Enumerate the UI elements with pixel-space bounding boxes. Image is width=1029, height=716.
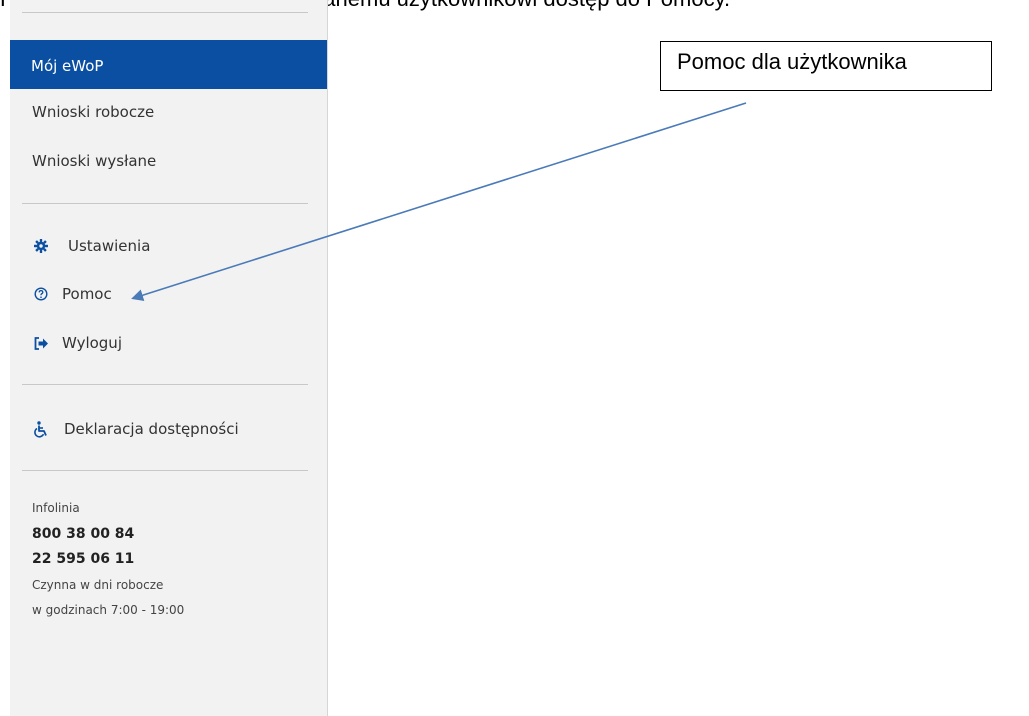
hotline-hours-time: w godzinach 7:00 - 19:00 [32, 603, 185, 617]
sidebar-item-label: Wnioski wysłane [32, 152, 157, 170]
hotline-phone-1[interactable]: 800 38 00 84 [32, 526, 134, 542]
sidebar-divider [22, 470, 308, 471]
sidebar-item-label: Pomoc [62, 285, 112, 303]
logout-icon [32, 334, 50, 352]
sidebar-item-label: Mój eWoP [31, 57, 104, 75]
callout-text: Pomoc dla użytkownika [677, 49, 907, 74]
sidebar-item-pomoc[interactable]: Pomoc [32, 285, 112, 303]
gear-icon [32, 237, 50, 255]
hotline-hours-days: Czynna w dni robocze [32, 578, 164, 592]
sidebar-divider [22, 384, 308, 385]
sidebar-item-wnioski-robocze[interactable]: Wnioski robocze [32, 103, 154, 121]
wheelchair-icon [32, 420, 50, 438]
help-circle-icon [32, 285, 50, 303]
sidebar-item-moj-ewop[interactable]: Mój eWoP [10, 40, 327, 89]
sidebar-item-ustawienia[interactable]: Ustawienia [32, 237, 150, 255]
sidebar-item-deklaracja-dostepnosci[interactable]: Deklaracja dostępności [32, 420, 239, 438]
sidebar-item-label: Ustawienia [68, 237, 151, 255]
sidebar-item-label: Wyloguj [62, 334, 122, 352]
sidebar-item-label: Wnioski robocze [32, 103, 155, 121]
hotline-title: Infolinia [32, 501, 80, 515]
sidebar-item-wyloguj[interactable]: Wyloguj [32, 334, 122, 352]
sidebar-item-wnioski-wyslane[interactable]: Wnioski wysłane [32, 152, 156, 170]
sidebar-divider [22, 203, 308, 204]
sidebar-item-label: Deklaracja dostępności [64, 420, 239, 438]
top-divider [22, 12, 308, 13]
help-callout-box: Pomoc dla użytkownika [660, 41, 992, 91]
hotline-phone-2[interactable]: 22 595 06 11 [32, 551, 134, 567]
